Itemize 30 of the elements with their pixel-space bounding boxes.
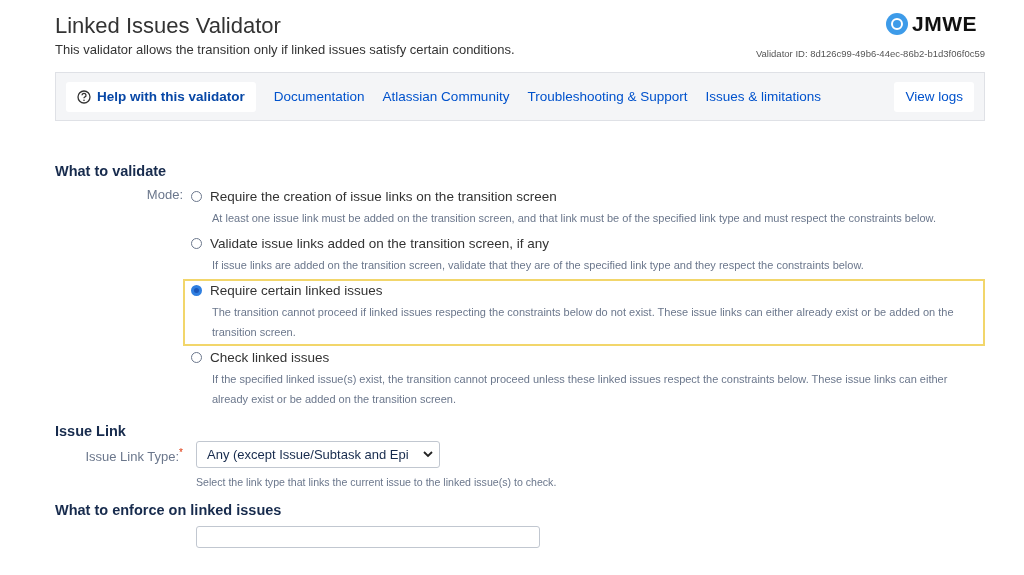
toolbar-link[interactable]: Issues & limitations [705,89,822,104]
help-icon [77,89,91,104]
required-mark: * [179,447,183,458]
logo-text: JMWE [912,12,977,36]
field-help: Select the link type that links the current issue to the linked issue(s) to check. [196,476,557,488]
option-label: Require certain linked issues [210,282,383,300]
link-type-dropdown[interactable]: Any (except Issue/Subtask and Epi [196,441,440,468]
option-label: Validate issue links added on the transition screen, if any [210,235,549,253]
option-description: If issue links are added on the transition screen, validate that they are of the specified link type and they respect the constraints below. [212,258,865,273]
view-logs-button[interactable]: View logs [894,81,974,112]
toolbar-link[interactable]: Troubleshooting & Support [527,89,688,104]
toolbar-link[interactable]: Atlassian Community [382,89,510,104]
input-field[interactable] [196,526,540,548]
option-label: Require the creation of issue links on the transition screen [210,188,557,206]
option-description: The transition cannot proceed if linked issues respecting the constraints below do not exist. These issue links can either already exist or be added on the transition screen. [212,305,955,340]
page-subtitle: This validator allows the transition only if linked issues satisfy certain conditions. [55,42,515,57]
option-description: At least one issue link must be added on the transition screen, and that link must be of the specified link type and must respect the constraints below. [212,211,937,226]
mode-label: Mode: [146,187,183,202]
page-title: Linked Issues Validator [55,12,282,40]
section-heading: What to enforce on linked issues [55,502,283,518]
help-button[interactable]: Help with this validator [66,81,256,112]
section-heading: Issue Link [55,423,127,439]
option-label: Check linked issues [210,349,330,367]
section-heading: What to validate [55,163,168,179]
option-description: If the specified linked issue(s) exist, the transition cannot proceed unless these linked issues respect the constraints below. These issue links can either already exist or be added on the transition screen. [212,372,949,407]
toolbar-link[interactable]: Documentation [273,89,365,104]
radio-button[interactable] [191,285,202,296]
validator-id: Validator ID: 8d126c99-49b6-44ec-86b2-b1d3f06f0c59 [755,48,985,59]
field-label: Issue Link Type: [85,449,180,465]
chevron-icon [423,451,433,458]
